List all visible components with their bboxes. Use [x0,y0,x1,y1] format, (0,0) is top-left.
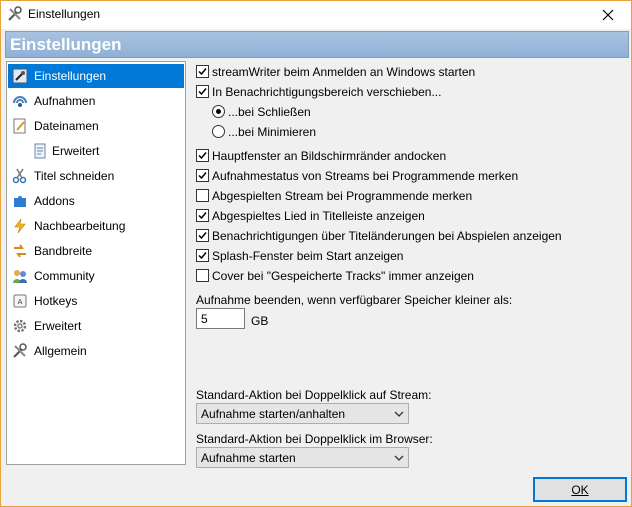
checkbox-checked[interactable] [196,209,209,222]
option-label: Hauptfenster an Bildschirmränder andocke… [212,149,447,163]
checkbox-checked[interactable] [196,249,209,262]
dblclick-stream-dropdown[interactable]: Aufnahme starten/anhalten [196,403,409,424]
sidebar-item-label: Erweitert [34,319,82,333]
settings-window: Einstellungen Einstellungen Einstellunge… [0,0,632,507]
sidebar-item-label: Einstellungen [34,69,107,83]
radio-label: ...bei Schließen [228,105,311,119]
title-bar[interactable]: Einstellungen [1,1,631,29]
option-label: streamWriter beim Anmelden an Windows st… [212,65,476,79]
space-label: Aufnahme beenden, wenn verfügbarer Speic… [196,293,513,307]
option-label: In Benachrichtigungsbereich verschieben.… [212,85,442,99]
advanced-file-icon [34,143,46,159]
sidebar-item-community[interactable]: Community [8,264,184,288]
sidebar-item-label: Aufnahmen [34,94,96,108]
check-icon [198,252,207,260]
sidebar-item-label: Community [34,269,95,283]
check-icon [198,232,207,240]
option-label: Abgespieltes Lied in Titelleiste anzeige… [212,209,425,223]
community-icon [13,270,27,283]
settings-icon [12,68,28,84]
page-banner: Einstellungen [5,31,629,58]
checkbox-checked[interactable] [196,65,209,78]
sidebar-item-titel-schneiden[interactable]: Titel schneiden [8,164,184,188]
hotkey-icon: A [13,294,27,308]
close-icon[interactable] [597,5,619,25]
check-icon [198,152,207,160]
lightning-icon [14,218,26,234]
sidebar-item-label: Hotkeys [34,294,78,308]
dropdown-value: Aufnahme starten [201,451,296,465]
gear-icon [13,319,27,333]
puzzle-icon [14,196,26,207]
scissors-icon [12,168,27,184]
sidebar-item-label: Bandbreite [34,244,93,258]
filename-icon [13,118,26,134]
space-unit: GB [251,314,269,328]
option-label: Benachrichtigungen über Titeländerungen … [212,229,562,243]
sidebar-item-label: Allgemein [34,344,87,358]
page-title: Einstellungen [10,35,122,54]
settings-sidebar: Einstellungen Aufnahmen Dateinamen Erwei… [6,61,186,465]
dblclick-browser-label: Standard-Aktion bei Doppelklick im Brows… [196,432,433,446]
dblclick-browser-dropdown[interactable]: Aufnahme starten [196,447,409,468]
dropdown-value: Aufnahme starten/anhalten [201,407,346,421]
checkbox-checked[interactable] [196,149,209,162]
sidebar-item-nachbearbeitung[interactable]: Nachbearbeitung [8,214,184,238]
checkbox-checked[interactable] [196,169,209,182]
check-icon [198,88,207,96]
checkbox-unchecked[interactable] [196,269,209,282]
checkbox-checked[interactable] [196,85,209,98]
sidebar-item-label: Nachbearbeitung [34,219,126,233]
radio-selected[interactable] [212,105,225,118]
sidebar-item-aufnahmen[interactable]: Aufnahmen [8,89,184,113]
ok-button[interactable]: OK [533,477,627,502]
sidebar-item-allgemein[interactable]: Allgemein [8,339,184,363]
sidebar-item-einstellungen[interactable]: Einstellungen [8,64,184,88]
radio-unselected[interactable] [212,125,225,138]
sidebar-item-addons[interactable]: Addons [8,189,184,213]
check-icon [198,172,207,180]
bandwidth-icon [14,244,26,258]
option-label: Aufnahmestatus von Streams bei Programme… [212,169,519,183]
tools-icon [13,343,27,358]
radio-label: ...bei Minimieren [228,125,317,139]
checkbox-checked[interactable] [196,229,209,242]
dblclick-stream-label: Standard-Aktion bei Doppelklick auf Stre… [196,388,432,402]
sidebar-item-erweitert[interactable]: Erweitert [8,314,184,338]
svg-text:A: A [18,298,23,306]
sidebar-item-label: Erweitert [52,144,100,158]
sidebar-item-dateinamen-erweitert[interactable]: Erweitert [8,139,184,163]
sidebar-item-label: Titel schneiden [34,169,115,183]
option-label: Abgespielten Stream bei Programmende mer… [212,189,473,203]
chevron-down-icon [394,411,404,417]
option-label: Splash-Fenster beim Start anzeigen [212,249,404,263]
option-label: Cover bei "Gespeicherte Tracks" immer an… [212,269,474,283]
space-input[interactable]: 5 [196,308,245,329]
check-icon [198,212,207,220]
chevron-down-icon [394,455,404,461]
sidebar-item-label: Addons [34,194,75,208]
checkbox-unchecked[interactable] [196,189,209,202]
recording-icon [13,96,27,107]
sidebar-item-dateinamen[interactable]: Dateinamen [8,114,184,138]
check-icon [198,68,207,76]
sidebar-item-bandbreite[interactable]: Bandbreite [8,239,184,263]
ok-button-label: OK [571,483,589,497]
sidebar-item-hotkeys[interactable]: A Hotkeys [8,289,184,313]
sidebar-item-label: Dateinamen [34,119,99,133]
tools-icon [8,6,22,21]
window-title: Einstellungen [28,7,101,21]
